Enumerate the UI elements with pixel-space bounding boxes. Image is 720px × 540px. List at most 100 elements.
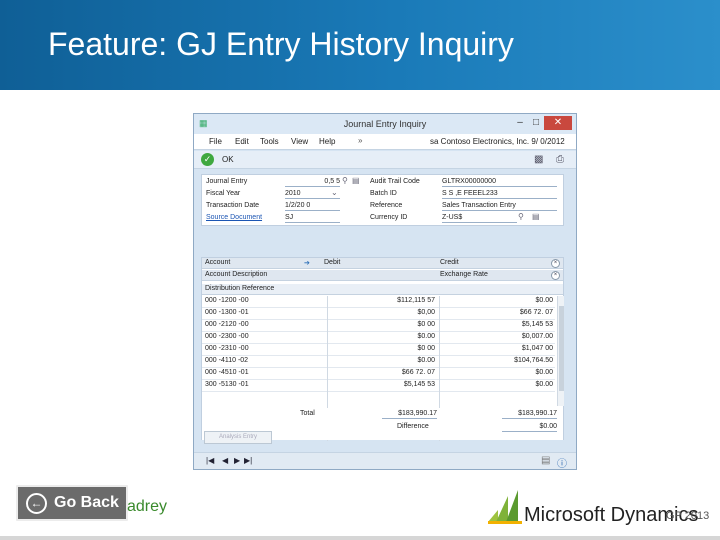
maximize-button[interactable]: □ <box>528 116 544 130</box>
credit-cell: $1,047 00 <box>521 345 553 352</box>
distribution-grid: Account ➔ Debit Credit × Account Descrip… <box>201 257 564 441</box>
table-row[interactable]: 000 -1200 -00 $112,115 57 $0.00 <box>202 296 555 308</box>
grid-header-row-3: Distribution Reference <box>202 284 563 295</box>
table-row[interactable]: 000 -4110 -02 $0.00 $104,764.50 <box>202 356 555 368</box>
account-cell: 000 -1300 -01 <box>205 309 249 316</box>
help-icon[interactable]: ⓘ <box>557 455 567 469</box>
menu-bar: File Edit Tools View Help » sa Contoso E… <box>194 134 576 150</box>
close-button[interactable]: ✕ <box>544 116 572 130</box>
audit-trail-label: Audit Trail Code <box>370 178 420 185</box>
col-debit-header[interactable]: Debit <box>324 259 340 266</box>
menu-tools[interactable]: Tools <box>260 137 279 146</box>
total-credit-field: $183,990.17 <box>502 409 557 419</box>
report-icon[interactable]: ▩ <box>534 154 543 165</box>
difference-label: Difference <box>397 423 429 430</box>
currency-id-label: Currency ID <box>370 214 408 221</box>
currency-note-icon[interactable]: ▤ <box>532 212 540 222</box>
table-row[interactable]: 000 -4510 -01 $66 72. 07 $0.00 <box>202 368 555 380</box>
account-cell: 000 -4510 -01 <box>205 369 249 376</box>
first-record-icon[interactable]: |◀ <box>206 456 214 465</box>
journal-entry-inquiry-window: ▦ Journal Entry Inquiry – □ ✕ File Edit … <box>193 113 577 470</box>
credit-cell: $104,764.50 <box>514 357 553 364</box>
col-dist-ref-header[interactable]: Distribution Reference <box>205 285 274 292</box>
debit-cell: $0.00 <box>417 357 435 364</box>
batch-id-field[interactable]: S S ,E FEEEL233 <box>442 189 557 199</box>
note-icon-status[interactable]: ▤ <box>541 455 550 466</box>
fiscal-year-label: Fiscal Year <box>206 190 241 197</box>
chevron-down-icon[interactable]: ⌄ <box>331 188 338 198</box>
account-cell: 000 -1200 -00 <box>205 297 249 304</box>
credit-cell: $0.00 <box>535 297 553 304</box>
table-row[interactable]: 000 -2300 -00 $0.00 $0,007.00 <box>202 332 555 344</box>
scroll-thumb[interactable] <box>559 306 564 391</box>
credit-cell: $5,145 53 <box>521 321 553 328</box>
brand-logo-fragment: adrey <box>127 498 168 515</box>
go-back-label: Go Back <box>54 494 119 511</box>
toolbar: ✓ OK ▩ ⎙ <box>194 151 576 169</box>
previous-record-icon[interactable]: ◀ <box>222 456 228 465</box>
table-row[interactable]: 000 -2310 -00 $0 00 $1,047 00 <box>202 344 555 356</box>
debit-cell: $112,115 57 <box>397 297 435 304</box>
menu-overflow-icon[interactable]: » <box>358 136 362 145</box>
expand-arrow-icon[interactable]: ➔ <box>304 259 310 267</box>
journal-entry-label: Journal Entry <box>206 178 248 185</box>
menu-help[interactable]: Help <box>319 137 335 146</box>
col-credit-header[interactable]: Credit <box>440 259 459 266</box>
menu-edit[interactable]: Edit <box>235 137 249 146</box>
total-label: Total <box>300 410 315 417</box>
menu-view[interactable]: View <box>291 137 308 146</box>
table-row[interactable]: 000 -1300 -01 $0,00 $66 72. 07 <box>202 308 555 320</box>
footer-divider <box>0 536 720 540</box>
go-back-button[interactable]: ← Go Back <box>16 485 128 521</box>
debit-cell: $0,00 <box>417 309 435 316</box>
debit-cell: $66 72. 07 <box>401 369 435 376</box>
table-row[interactable]: 300 -5130 -01 $5,145 53 $0.00 <box>202 380 555 392</box>
account-cell: 300 -5130 -01 <box>205 381 249 388</box>
credit-cell: $0,007.00 <box>521 333 553 340</box>
total-debit-field: $183,990.17 <box>382 409 437 419</box>
table-row[interactable]: 000 -2120 -00 $0 00 $5,145 53 <box>202 320 555 332</box>
minimize-button[interactable]: – <box>512 116 528 130</box>
back-arrow-icon: ← <box>26 493 47 514</box>
microsoft-dynamics-logo-icon <box>488 490 522 524</box>
ok-check-icon[interactable]: ✓ <box>201 153 214 166</box>
slide-title: Feature: GJ Entry History Inquiry <box>48 26 514 62</box>
note-icon[interactable]: ▤ <box>352 176 360 186</box>
grid-header-row-1: Account ➔ Debit Credit × <box>202 258 563 269</box>
next-record-icon[interactable]: ▶ <box>234 456 240 465</box>
menu-file[interactable]: File <box>209 137 222 146</box>
debit-cell: $0 00 <box>417 321 435 328</box>
currency-id-field[interactable]: Z-US$ <box>442 213 517 223</box>
batch-id-label: Batch ID <box>370 190 397 197</box>
collapse-icon-2[interactable]: × <box>551 271 560 280</box>
audit-trail-field[interactable]: GLTRX00000000 <box>442 177 557 187</box>
account-cell: 000 -2310 -00 <box>205 345 249 352</box>
debit-cell: $0.00 <box>417 333 435 340</box>
debit-cell: $5,145 53 <box>403 381 435 388</box>
analysis-button[interactable]: Analysis Entry <box>204 431 272 444</box>
debit-cell: $0 00 <box>417 345 435 352</box>
source-document-field[interactable]: SJ <box>285 213 340 223</box>
transaction-date-label: Transaction Date <box>206 202 260 209</box>
col-account-desc-header[interactable]: Account Description <box>205 271 267 278</box>
reference-field[interactable]: Sales Transaction Entry <box>442 201 557 211</box>
collapse-icon[interactable]: × <box>551 259 560 268</box>
difference-field: $0.00 <box>502 422 557 432</box>
last-record-icon[interactable]: ▶| <box>244 456 252 465</box>
transaction-date-field[interactable]: 1/2/20 0 <box>285 201 340 211</box>
grid-scrollbar[interactable] <box>557 296 564 406</box>
lookup-icon[interactable]: ⚲ <box>342 176 348 186</box>
journal-entry-field[interactable]: 0,5 5 <box>285 177 340 187</box>
source-document-link[interactable]: Source Document <box>206 214 262 221</box>
ok-button-label[interactable]: OK <box>222 155 234 164</box>
window-statusbar: |◀ ◀ ▶ ▶| ▤ ⓘ <box>194 452 576 469</box>
col-account-header[interactable]: Account <box>205 259 230 266</box>
print-icon[interactable]: ⎙ <box>556 154 564 165</box>
credit-cell: $0.00 <box>535 381 553 388</box>
account-cell: 000 -2120 -00 <box>205 321 249 328</box>
currency-lookup-icon[interactable]: ⚲ <box>518 212 524 222</box>
slide-title-banner: Feature: GJ Entry History Inquiry <box>0 0 720 90</box>
window-titlebar: ▦ Journal Entry Inquiry – □ ✕ <box>194 114 576 134</box>
col-exchange-rate-header[interactable]: Exchange Rate <box>440 271 488 278</box>
grid-header-row-2: Account Description Exchange Rate × <box>202 270 563 281</box>
